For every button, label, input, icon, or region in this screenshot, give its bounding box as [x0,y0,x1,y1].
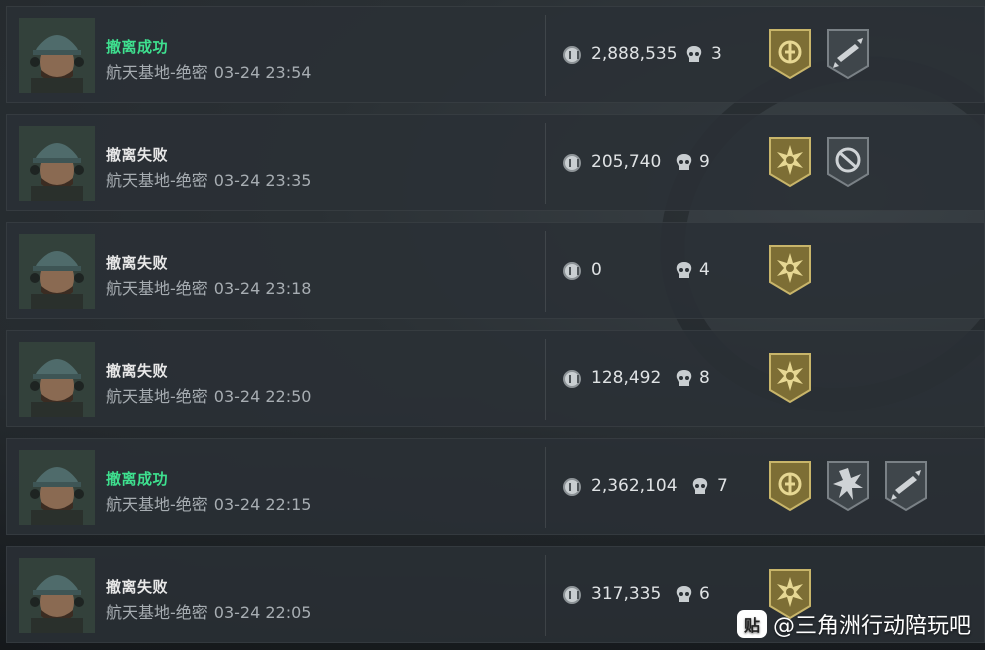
kill-count: 9 [699,152,710,172]
extraction-status: 撤离成功 [106,38,169,56]
skull-icon [676,154,692,170]
map-and-time: 航天基地-绝密 03-24 23:54 [106,59,311,83]
loot-value: 317,335 [591,584,662,604]
kill-count: 6 [699,584,710,604]
map-name: 航天基地-绝密 [106,603,208,622]
tieba-logo-icon: 贴 [736,610,767,638]
coin-icon [563,586,581,604]
extraction-status: 撤离失败 [106,146,169,164]
map-name: 航天基地-绝密 [106,63,208,82]
skull-icon [676,586,692,602]
coin-icon [563,262,581,280]
match-record-row[interactable]: 撤离失败 航天基地-绝密 03-24 23:18 0 4 [6,222,985,319]
divider [545,555,546,636]
map-name: 航天基地-绝密 [106,279,208,298]
extraction-status: 撤离成功 [106,470,169,488]
match-time: 03-24 22:15 [213,495,312,514]
loot-value: 128,492 [591,368,662,388]
kill-count: 3 [711,44,722,64]
skull-icon [692,478,708,494]
match-time: 03-24 23:35 [213,171,312,190]
skull-icon [686,46,702,62]
kill-count: 8 [699,368,710,388]
coin-icon [563,154,581,172]
skull-icon [676,370,692,386]
loot-value: 2,888,535 [591,44,678,64]
operator-avatar [19,234,95,309]
operator-avatar [19,342,95,417]
match-record-row[interactable]: 撤离成功 航天基地-绝密 03-24 22:15 2,362,104 7 [6,438,985,535]
skull-icon [676,262,692,278]
divider [545,231,546,312]
divider [545,339,546,420]
loot-value: 0 [591,260,602,280]
divider [545,123,546,204]
map-and-time: 航天基地-绝密 03-24 22:15 [106,491,311,515]
map-and-time: 航天基地-绝密 03-24 23:35 [106,167,311,191]
match-record-row[interactable]: 撤离失败 航天基地-绝密 03-24 23:35 205,740 9 [6,114,985,211]
map-and-time: 航天基地-绝密 03-24 23:18 [106,275,311,299]
extraction-status: 撤离失败 [106,578,169,596]
kill-count: 4 [699,260,710,280]
map-and-time: 航天基地-绝密 03-24 22:50 [106,383,311,407]
match-time: 03-24 22:50 [213,387,312,406]
extraction-status: 撤离失败 [106,254,169,272]
map-name: 航天基地-绝密 [106,387,208,406]
match-time: 03-24 23:18 [213,279,312,298]
match-record-row[interactable]: 撤离成功 航天基地-绝密 03-24 23:54 2,888,535 3 [6,6,985,103]
operator-avatar [19,558,95,633]
gold-shield-badge[interactable] [767,28,813,80]
coin-icon [563,46,581,64]
gray-burst-badge[interactable] [825,460,871,512]
match-time: 03-24 23:54 [213,63,312,82]
divider [545,447,546,528]
watermark: 贴 @三角洲行动陪玩吧 [736,608,971,640]
gray-crosshair-badge[interactable] [825,136,871,188]
coin-icon [563,370,581,388]
divider [545,15,546,96]
coin-icon [563,478,581,496]
match-record-row[interactable]: 撤离失败 航天基地-绝密 03-24 22:50 128,492 8 [6,330,985,427]
operator-avatar [19,450,95,525]
match-time: 03-24 22:05 [213,603,312,622]
operator-avatar [19,126,95,201]
gold-star-badge[interactable] [767,244,813,296]
map-name: 航天基地-绝密 [106,171,208,190]
gold-star-badge[interactable] [767,352,813,404]
map-and-time: 航天基地-绝密 03-24 22:05 [106,599,311,623]
watermark-text: @三角洲行动陪玩吧 [772,614,971,639]
kill-count: 7 [717,476,728,496]
operator-avatar [19,18,95,93]
loot-value: 205,740 [591,152,662,172]
loot-value: 2,362,104 [591,476,678,496]
gold-star-badge[interactable] [767,136,813,188]
extraction-status: 撤离失败 [106,362,169,380]
gray-rocket-badge[interactable] [825,28,871,80]
map-name: 航天基地-绝密 [106,495,208,514]
gold-shield-badge[interactable] [767,460,813,512]
gray-rocket-badge[interactable] [883,460,929,512]
